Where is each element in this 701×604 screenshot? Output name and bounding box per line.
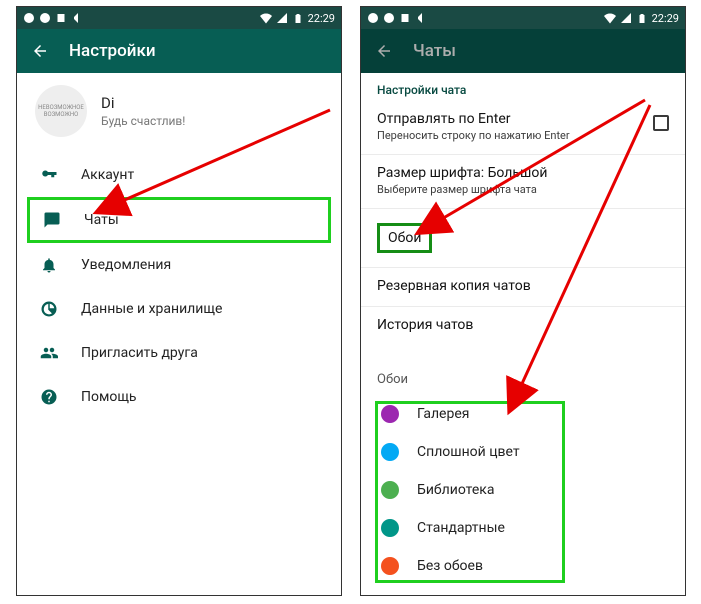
invite-icon <box>39 343 59 363</box>
profile-name: Di <box>101 94 185 112</box>
phone-chats: 22:29 Чаты Настройки чата Отправлять по … <box>360 6 686 596</box>
row-font-size[interactable]: Размер шрифта: Большой Выберите размер ш… <box>361 155 685 209</box>
menu-notifications[interactable]: Уведомления <box>17 243 341 287</box>
profile-row[interactable]: НЕВОЗМОЖНОЕ ВОЗМОЖНО Di Будь счастлив! <box>17 73 341 153</box>
row-secondary: Выберите размер шрифта чата <box>377 183 669 196</box>
row-primary: Обои <box>377 223 432 253</box>
status-time: 22:29 <box>308 12 335 25</box>
menu-chats[interactable]: Чаты <box>27 197 331 243</box>
help-icon <box>39 387 59 407</box>
row-backup[interactable]: Резервная копия чатов <box>361 268 685 307</box>
menu-label: Помощь <box>81 389 137 405</box>
row-primary: Резервная копия чатов <box>377 278 669 294</box>
section-header: Настройки чата <box>361 73 685 101</box>
menu-data[interactable]: Данные и хранилище <box>17 287 341 331</box>
profile-status: Будь счастлив! <box>101 114 185 128</box>
chat-icon <box>42 210 62 230</box>
status-time: 22:29 <box>652 12 679 25</box>
menu-label: Данные и хранилище <box>81 301 222 317</box>
row-history[interactable]: История чатов <box>361 307 685 345</box>
back-arrow-icon[interactable] <box>31 42 49 60</box>
menu-help[interactable]: Помощь <box>17 375 341 419</box>
menu-invite[interactable]: Пригласить друга <box>17 331 341 375</box>
menu-label: Уведомления <box>81 257 171 273</box>
row-primary: История чатов <box>377 317 669 333</box>
app-bar-title: Чаты <box>413 41 456 61</box>
key-icon <box>39 165 59 185</box>
menu-label: Чаты <box>84 212 119 228</box>
row-secondary: Переносить строку по нажатию Enter <box>377 129 669 142</box>
sheet-title: Обои <box>361 366 685 395</box>
menu-label: Аккаунт <box>81 167 134 183</box>
bell-icon <box>39 255 59 275</box>
row-wallpaper[interactable]: Обои <box>361 209 685 268</box>
status-bar: 22:29 <box>361 7 685 29</box>
sheet-highlight-box <box>375 401 565 583</box>
app-bar: Чаты <box>361 29 685 73</box>
status-bar-left-icons <box>367 12 427 24</box>
data-icon <box>39 299 59 319</box>
row-primary: Размер шрифта: Большой <box>377 165 669 181</box>
back-arrow-icon[interactable] <box>375 42 393 60</box>
status-bar: 22:29 <box>17 7 341 29</box>
app-bar-title: Настройки <box>69 41 156 61</box>
row-primary: Отправлять по Enter <box>377 111 669 127</box>
status-bar-left-icons <box>23 12 83 24</box>
avatar: НЕВОЗМОЖНОЕ ВОЗМОЖНО <box>35 85 87 137</box>
phone-settings: 22:29 Настройки НЕВОЗМОЖНОЕ ВОЗМОЖНО Di … <box>16 6 342 596</box>
checkbox[interactable] <box>653 115 669 131</box>
menu-label: Пригласить друга <box>81 345 198 361</box>
row-enter-send[interactable]: Отправлять по Enter Переносить строку по… <box>361 101 685 155</box>
status-bar-right-icons: 22:29 <box>604 12 679 25</box>
menu-account[interactable]: Аккаунт <box>17 153 341 197</box>
app-bar: Настройки <box>17 29 341 73</box>
status-bar-right-icons: 22:29 <box>260 12 335 25</box>
